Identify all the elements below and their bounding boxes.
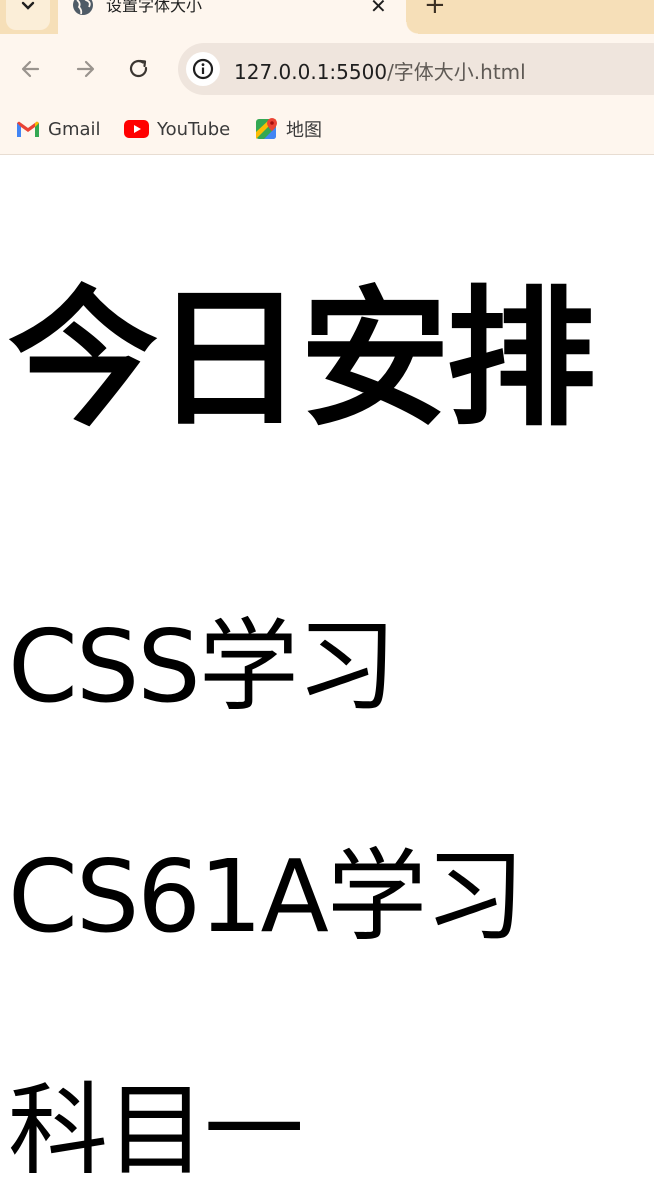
active-tab[interactable]: 设置字体大小 ✕ (58, 0, 418, 34)
back-arrow-icon[interactable] (18, 56, 44, 82)
bookmarks-bar: Gmail YouTube 地图 (0, 104, 654, 155)
globe-icon (73, 0, 93, 15)
url-text: 127.0.0.1:5500/字体大小.html (234, 56, 526, 85)
chevron-down-icon (21, 1, 35, 10)
bookmark-label: 地图 (286, 120, 322, 141)
reload-icon[interactable] (126, 56, 152, 82)
site-info-button[interactable] (186, 52, 220, 86)
tab-search-button[interactable] (6, 0, 50, 30)
url-path: /字体大小.html (387, 60, 526, 84)
url-host: 127.0.0.1:5500 (234, 60, 388, 84)
new-tab-button[interactable]: + (424, 0, 446, 20)
gmail-icon (17, 121, 39, 137)
text-line-cs61a: CS61A学习 (8, 838, 525, 955)
address-bar[interactable]: 127.0.0.1:5500/字体大小.html (178, 43, 654, 95)
forward-arrow-icon[interactable] (72, 56, 98, 82)
close-tab-icon[interactable]: ✕ (370, 0, 387, 18)
info-icon (192, 58, 214, 80)
maps-icon (256, 118, 277, 139)
tab-strip: 设置字体大小 ✕ + (0, 0, 654, 34)
bookmark-gmail[interactable]: Gmail (16, 114, 101, 144)
page-heading: 今日安排 (8, 273, 596, 447)
text-line-subject-one: 科目一 (8, 1072, 304, 1189)
youtube-icon (124, 120, 149, 138)
page-content: 今日安排 CSS学习 CS61A学习 科目一 (0, 155, 654, 1189)
bookmark-youtube[interactable]: YouTube (124, 114, 230, 144)
browser-toolbar: 127.0.0.1:5500/字体大小.html (0, 34, 654, 104)
tab-title: 设置字体大小 (106, 0, 203, 15)
bookmark-maps[interactable]: 地图 (256, 114, 322, 144)
bookmark-label: Gmail (48, 118, 101, 140)
bookmark-label: YouTube (157, 118, 231, 140)
text-line-css: CSS学习 (8, 608, 397, 725)
